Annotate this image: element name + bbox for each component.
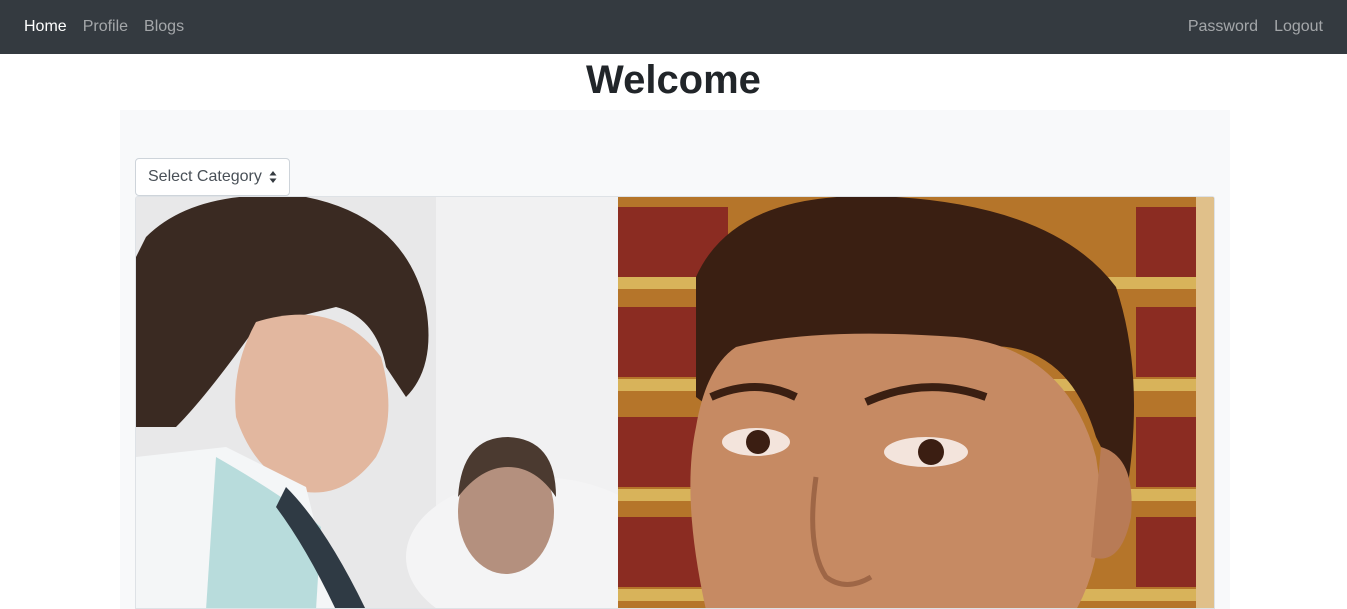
nav-logout-link[interactable]: Logout <box>1266 15 1331 39</box>
category-select[interactable]: Select Category <box>135 158 290 196</box>
nav-right-group: Password Logout <box>1180 15 1331 39</box>
category-select-value: Select Category <box>148 168 262 185</box>
page-title: Welcome <box>586 58 761 102</box>
nav-home-link[interactable]: Home <box>16 15 75 39</box>
hero-image <box>135 196 1215 609</box>
sort-arrows-icon <box>269 171 277 183</box>
nav-password-link[interactable]: Password <box>1180 15 1266 39</box>
content-panel: Select Category <box>120 110 1230 609</box>
top-navbar: Home Profile Blogs Password Logout <box>0 0 1347 54</box>
nav-profile-link[interactable]: Profile <box>75 15 136 39</box>
hero-illustration <box>136 197 1214 608</box>
nav-left-group: Home Profile Blogs <box>16 15 192 39</box>
nav-blogs-link[interactable]: Blogs <box>136 15 192 39</box>
